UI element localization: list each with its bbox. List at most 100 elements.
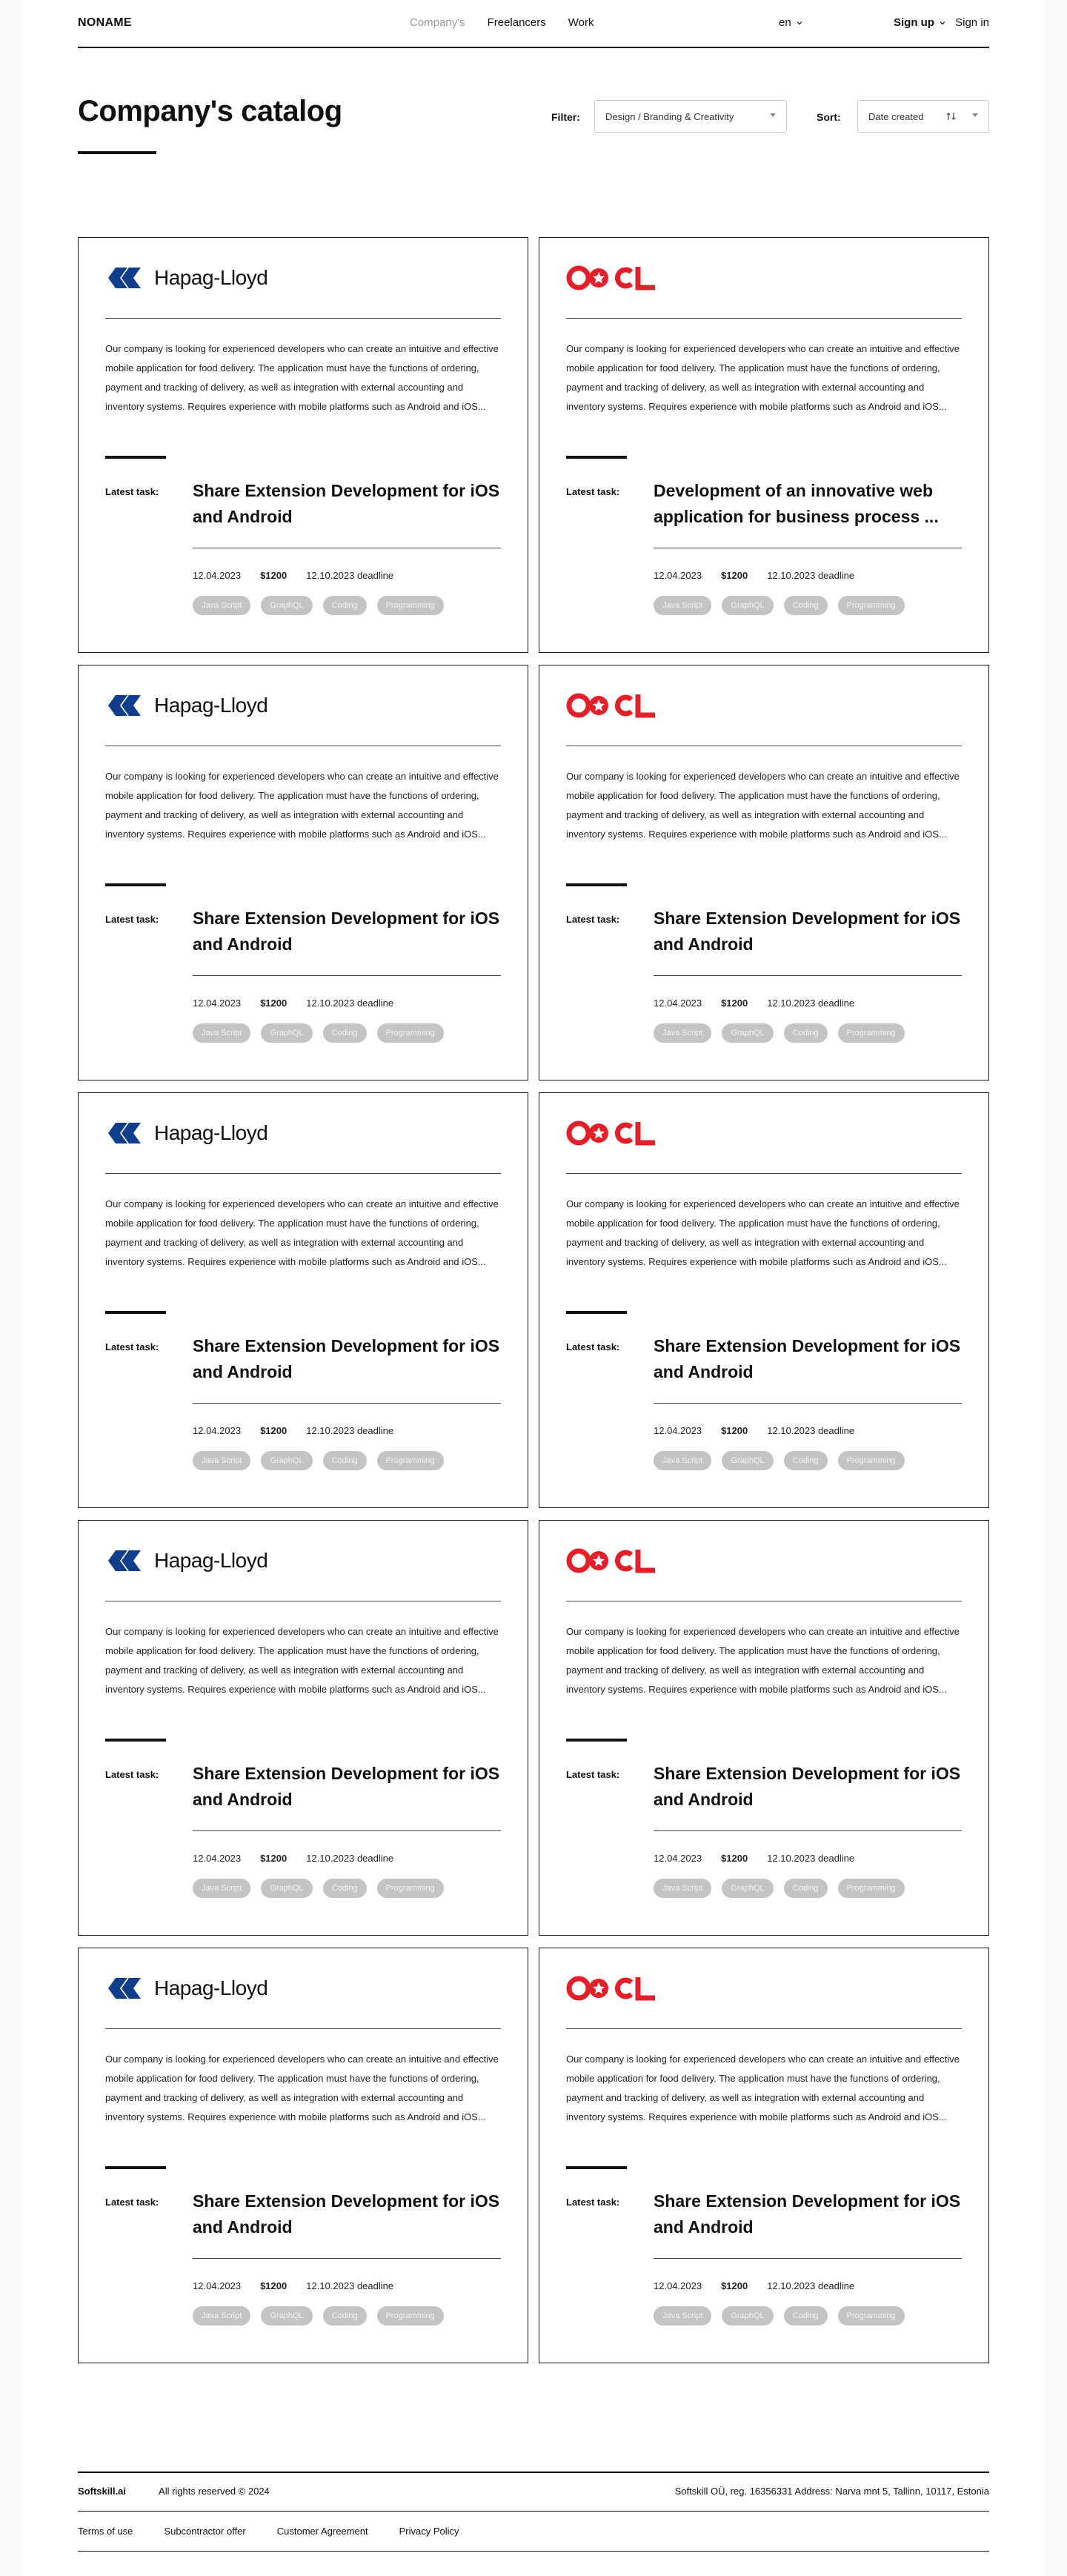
- task-date: 12.04.2023: [193, 1425, 242, 1436]
- company-card[interactable]: Hapag-Lloyd Our company is looking for e…: [78, 1092, 528, 1508]
- footer-link-customer-agreement[interactable]: Customer Agreement: [277, 2526, 368, 2537]
- task-title[interactable]: Share Extension Development for iOS and …: [654, 2188, 965, 2240]
- tag-chip[interactable]: GraphQL: [722, 596, 774, 615]
- task-meta: 12.04.2023 $1200 12.10.2023 deadline: [654, 1425, 854, 1436]
- company-card[interactable]: Our company is looking for experienced d…: [539, 237, 989, 653]
- task-deadline: 12.10.2023 deadline: [767, 997, 855, 1009]
- company-card[interactable]: Hapag-Lloyd Our company is looking for e…: [78, 665, 528, 1080]
- task-deadline: 12.10.2023 deadline: [306, 997, 394, 1009]
- tag-chip[interactable]: GraphQL: [722, 1879, 774, 1898]
- filter-select[interactable]: Design / Branding & Creativity: [594, 100, 787, 133]
- tag-chip[interactable]: Java Script: [654, 1451, 712, 1470]
- tag-list: Java Script GraphQL Coding Programming: [193, 1879, 444, 1898]
- tag-chip[interactable]: GraphQL: [261, 2306, 313, 2326]
- company-logo: Hapag-Lloyd: [105, 1546, 283, 1576]
- tag-chip[interactable]: GraphQL: [261, 1451, 313, 1470]
- tag-chip[interactable]: Programming: [837, 1451, 905, 1470]
- tag-chip[interactable]: Java Script: [193, 1879, 251, 1898]
- tag-chip[interactable]: Programming: [837, 2306, 905, 2326]
- footer-link-terms[interactable]: Terms of use: [78, 2526, 133, 2537]
- tag-chip[interactable]: Programming: [376, 596, 444, 615]
- sign-up-button[interactable]: Sign up: [894, 16, 946, 29]
- sort-order-icon[interactable]: [945, 110, 957, 122]
- divider: [566, 318, 962, 319]
- hapag-lloyd-logo-icon: Hapag-Lloyd: [108, 1976, 268, 1999]
- task-deadline: 12.10.2023 deadline: [767, 1853, 855, 1864]
- company-card[interactable]: Hapag-Lloyd Our company is looking for e…: [78, 1520, 528, 1936]
- tag-chip[interactable]: Programming: [837, 1879, 905, 1898]
- tag-chip[interactable]: Coding: [783, 596, 828, 615]
- task-price: $1200: [721, 570, 748, 581]
- task-title[interactable]: Share Extension Development for iOS and …: [193, 2188, 504, 2240]
- footer-link-subcontractor[interactable]: Subcontractor offer: [164, 2526, 245, 2537]
- company-card[interactable]: Hapag-Lloyd Our company is looking for e…: [78, 1948, 528, 2363]
- task-title[interactable]: Development of an innovative web applica…: [654, 478, 965, 530]
- task-date: 12.04.2023: [654, 1425, 702, 1436]
- nav-companies[interactable]: Company's: [410, 16, 465, 29]
- tag-chip[interactable]: GraphQL: [261, 1023, 313, 1043]
- sort-select[interactable]: Date created: [857, 100, 989, 133]
- tag-chip[interactable]: Java Script: [193, 2306, 251, 2326]
- tag-chip[interactable]: Programming: [376, 1879, 444, 1898]
- tag-chip[interactable]: Coding: [322, 1451, 367, 1470]
- task-deadline: 12.10.2023 deadline: [767, 2280, 855, 2291]
- short-divider: [566, 1311, 627, 1314]
- caret-down-icon: [770, 113, 776, 117]
- task-title[interactable]: Share Extension Development for iOS and …: [654, 906, 965, 957]
- company-card[interactable]: Hapag-Lloyd Our company is looking for e…: [78, 237, 528, 653]
- tag-chip[interactable]: Java Script: [654, 596, 712, 615]
- tag-chip[interactable]: Coding: [322, 1023, 367, 1043]
- tag-chip[interactable]: Programming: [376, 2306, 444, 2326]
- tag-chip[interactable]: Coding: [783, 1451, 828, 1470]
- tag-chip[interactable]: Java Script: [654, 1879, 712, 1898]
- oocl-logo-icon: [566, 1548, 655, 1573]
- tag-chip[interactable]: Programming: [837, 1023, 905, 1043]
- company-card[interactable]: Our company is looking for experienced d…: [539, 1520, 989, 1936]
- sign-in-link[interactable]: Sign in: [955, 16, 989, 29]
- task-title[interactable]: Share Extension Development for iOS and …: [193, 906, 504, 957]
- nav-freelancers[interactable]: Freelancers: [488, 16, 546, 29]
- tag-chip[interactable]: GraphQL: [722, 1023, 774, 1043]
- hapag-lloyd-logo-icon: Hapag-Lloyd: [108, 266, 268, 289]
- tag-chip[interactable]: Coding: [322, 596, 367, 615]
- company-card[interactable]: Our company is looking for experienced d…: [539, 1092, 989, 1508]
- company-description: Our company is looking for experienced d…: [566, 343, 960, 412]
- svg-text:Hapag-Lloyd: Hapag-Lloyd: [154, 266, 267, 289]
- chevron-down-icon: [940, 21, 945, 24]
- tag-chip[interactable]: Coding: [783, 1879, 828, 1898]
- site-logo[interactable]: NONAME: [78, 16, 132, 30]
- tag-chip[interactable]: Java Script: [654, 1023, 712, 1043]
- company-card[interactable]: Our company is looking for experienced d…: [539, 1948, 989, 2363]
- footer-link-privacy[interactable]: Privacy Policy: [399, 2526, 459, 2537]
- task-title[interactable]: Share Extension Development for iOS and …: [193, 1761, 504, 1813]
- company-card[interactable]: Our company is looking for experienced d…: [539, 665, 989, 1080]
- task-title[interactable]: Share Extension Development for iOS and …: [654, 1333, 965, 1385]
- company-description: Our company is looking for experienced d…: [105, 771, 499, 840]
- tag-list: Java Script GraphQL Coding Programming: [654, 1451, 905, 1470]
- tag-chip[interactable]: Java Script: [193, 1023, 251, 1043]
- task-title[interactable]: Share Extension Development for iOS and …: [193, 478, 504, 530]
- latest-task-label: Latest task:: [566, 486, 620, 497]
- tag-chip[interactable]: GraphQL: [722, 1451, 774, 1470]
- tag-chip[interactable]: Coding: [322, 2306, 367, 2326]
- tag-chip[interactable]: Programming: [376, 1023, 444, 1043]
- nav-work[interactable]: Work: [568, 16, 594, 29]
- short-divider: [105, 1739, 166, 1742]
- tag-chip[interactable]: Java Script: [193, 1451, 251, 1470]
- tag-chip[interactable]: Coding: [322, 1879, 367, 1898]
- tag-chip[interactable]: Programming: [376, 1451, 444, 1470]
- task-title[interactable]: Share Extension Development for iOS and …: [193, 1333, 504, 1385]
- tag-chip[interactable]: GraphQL: [261, 596, 313, 615]
- task-price: $1200: [260, 2280, 287, 2291]
- task-title[interactable]: Share Extension Development for iOS and …: [654, 1761, 965, 1813]
- language-label: en: [779, 16, 791, 29]
- footer-brand[interactable]: Softskill.ai: [78, 2486, 126, 2497]
- tag-chip[interactable]: Coding: [783, 2306, 828, 2326]
- tag-chip[interactable]: Programming: [837, 596, 905, 615]
- language-select[interactable]: en: [779, 16, 803, 29]
- tag-chip[interactable]: Java Script: [654, 2306, 712, 2326]
- tag-chip[interactable]: Coding: [783, 1023, 828, 1043]
- tag-chip[interactable]: Java Script: [193, 596, 251, 615]
- tag-chip[interactable]: GraphQL: [261, 1879, 313, 1898]
- tag-chip[interactable]: GraphQL: [722, 2306, 774, 2326]
